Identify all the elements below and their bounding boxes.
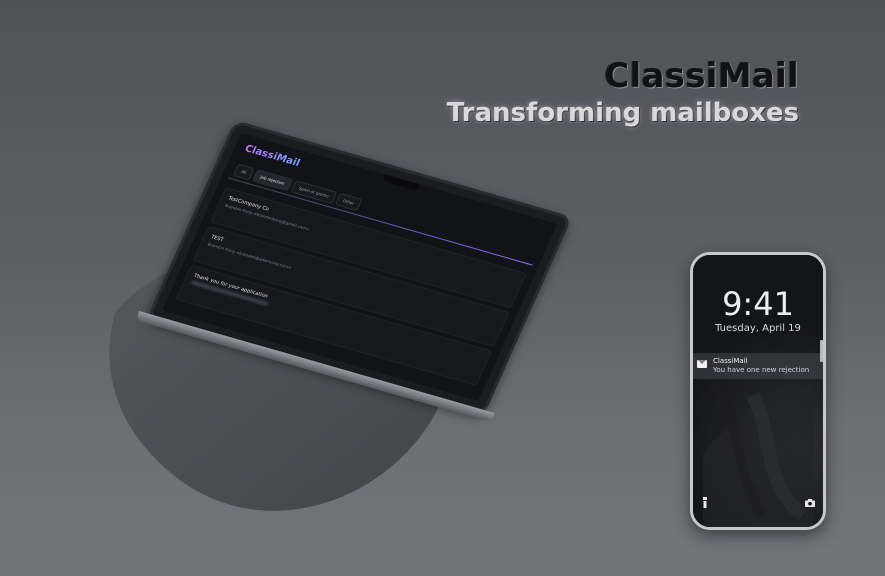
notification-title: ClassiMail [713,357,748,365]
email-sender: Brandon Kong <brandon@adamcorp.com> [207,241,293,271]
hero-text: ClassiMail Transforming mailboxes [447,58,799,128]
notification-banner[interactable]: ClassiMail You have one new rejection [693,353,823,379]
phone: 9:41 Tuesday, April 19 ClassiMail You ha… [690,252,826,530]
hero-subtitle: Transforming mailboxes [446,98,799,128]
camera-icon[interactable] [805,499,815,507]
lockscreen-time: 9:41 [722,285,794,323]
phone-side-button [820,340,823,362]
app-logo: ClassiMail [242,143,302,170]
tab-job-rejection[interactable]: Job rejection [252,169,294,192]
notification-body: You have one new rejection [713,366,810,374]
tab-spam-promo[interactable]: Spam or promo [290,180,338,204]
camera-notch [382,173,421,191]
hero-title: ClassiMail [604,56,799,96]
tab-all[interactable]: All [233,163,255,181]
flashlight-icon[interactable] [701,497,709,509]
mail-icon [697,360,707,368]
lockscreen-date: Tuesday, April 19 [715,323,801,334]
